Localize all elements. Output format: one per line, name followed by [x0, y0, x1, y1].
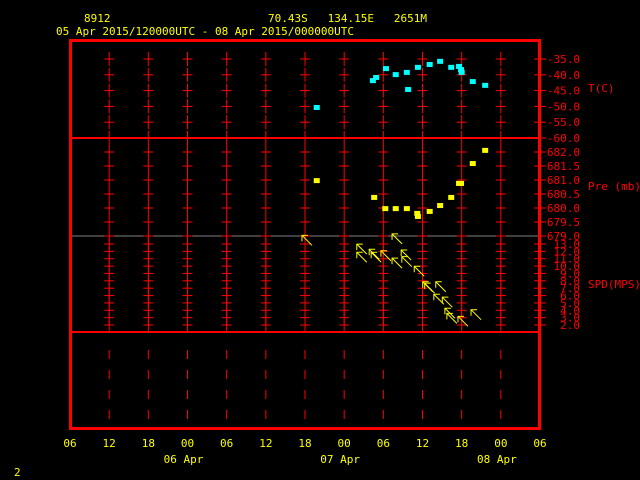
wind-arrow: [391, 257, 403, 269]
wind-arrow-shaft: [401, 256, 413, 268]
station-id: 8912: [84, 12, 111, 25]
pressure-point: [437, 203, 444, 209]
wind-arrow: [391, 233, 403, 245]
axis-title: SPD(MPS): [588, 278, 640, 291]
wind-arrow-shaft: [441, 296, 453, 308]
page-number: 2: [14, 466, 21, 479]
temperature-point: [482, 82, 489, 88]
temperature-point: [414, 64, 421, 70]
wind-arrow-shaft: [380, 250, 392, 262]
wind-arrow-shaft: [370, 251, 382, 263]
pressure-point: [426, 208, 433, 214]
temperature-point: [392, 72, 399, 78]
temperature-point: [382, 66, 389, 72]
x-tick-label: 12: [416, 437, 429, 450]
wind-arrow-shaft: [470, 309, 482, 321]
wind-arrow: [400, 249, 412, 261]
y-tick-label: 680.5: [547, 188, 580, 201]
pressure-point: [469, 161, 476, 167]
pressure-point: [448, 194, 455, 200]
y-tick-label: -45.0: [547, 85, 580, 98]
wind-arrow: [435, 281, 447, 293]
y-tick-label: 679.5: [547, 216, 580, 229]
wind-arrow-shaft: [356, 251, 368, 263]
wind-arrow: [370, 251, 382, 263]
wind-arrow: [356, 251, 368, 263]
y-tick-label: 681.5: [547, 160, 580, 173]
temperature-point: [373, 74, 380, 80]
temperature-point: [426, 62, 433, 68]
x-tick-label: 18: [298, 437, 311, 450]
x-tick-label: 00: [181, 437, 194, 450]
x-tick-label: 18: [142, 437, 155, 450]
temperature-point: [437, 58, 444, 64]
pressure-point: [482, 147, 489, 153]
x-tick-label: 12: [259, 437, 272, 450]
wind-arrow: [380, 250, 392, 262]
temperature-point: [405, 86, 412, 92]
x-tick-label: 00: [494, 437, 507, 450]
wind-arrow-shaft: [435, 281, 447, 293]
y-tick-label: -60.0: [547, 132, 580, 145]
wind-arrow: [470, 309, 482, 321]
pressure-point: [414, 213, 421, 219]
x-date-label: 06 Apr: [164, 453, 204, 466]
temperature-point: [458, 69, 465, 75]
pressure-point: [403, 206, 410, 212]
aws-timeseries-chart: 8912 70.43S 134.15E 2651M 05 Apr 2015/12…: [14, 12, 640, 479]
wind-arrow: [441, 296, 453, 308]
x-tick-label: 12: [103, 437, 116, 450]
pressure-point: [458, 180, 465, 186]
x-tick-label: 06: [63, 437, 76, 450]
axis-title: Pre (mb): [588, 180, 640, 193]
pressure-point: [313, 178, 320, 184]
pressure-point: [392, 206, 399, 212]
x-date-label: 07 Apr: [320, 453, 360, 466]
x-tick-label: 06: [533, 437, 546, 450]
y-tick-label: -35.0: [547, 53, 580, 66]
temperature-point: [469, 79, 476, 85]
y-tick-label: -55.0: [547, 116, 580, 129]
x-tick-label: 18: [455, 437, 468, 450]
temperature-point: [313, 104, 320, 110]
y-tick-label: 681.0: [547, 174, 580, 187]
temperature-point: [448, 64, 455, 70]
wind-arrow-shaft: [391, 233, 403, 245]
axis-title: T(C): [588, 82, 615, 95]
y-tick-label: -50.0: [547, 100, 580, 113]
time-period: 05 Apr 2015/120000UTC - 08 Apr 2015/0000…: [56, 25, 354, 38]
station-location: 70.43S 134.15E 2651M: [268, 12, 427, 25]
x-tick-label: 06: [220, 437, 233, 450]
y-tick-label: 2.0: [560, 319, 580, 332]
x-tick-label: 00: [338, 437, 351, 450]
x-tick-label: 06: [377, 437, 390, 450]
wind-arrow-shaft: [391, 257, 403, 269]
x-date-label: 08 Apr: [477, 453, 517, 466]
pressure-point: [371, 194, 378, 200]
wind-arrow: [401, 256, 413, 268]
wind-arrow-shaft: [400, 249, 412, 261]
y-tick-label: -40.0: [547, 69, 580, 82]
y-tick-label: 680.0: [547, 202, 580, 215]
temperature-point: [403, 69, 410, 75]
y-tick-label: 682.0: [547, 146, 580, 159]
pressure-point: [382, 206, 389, 212]
